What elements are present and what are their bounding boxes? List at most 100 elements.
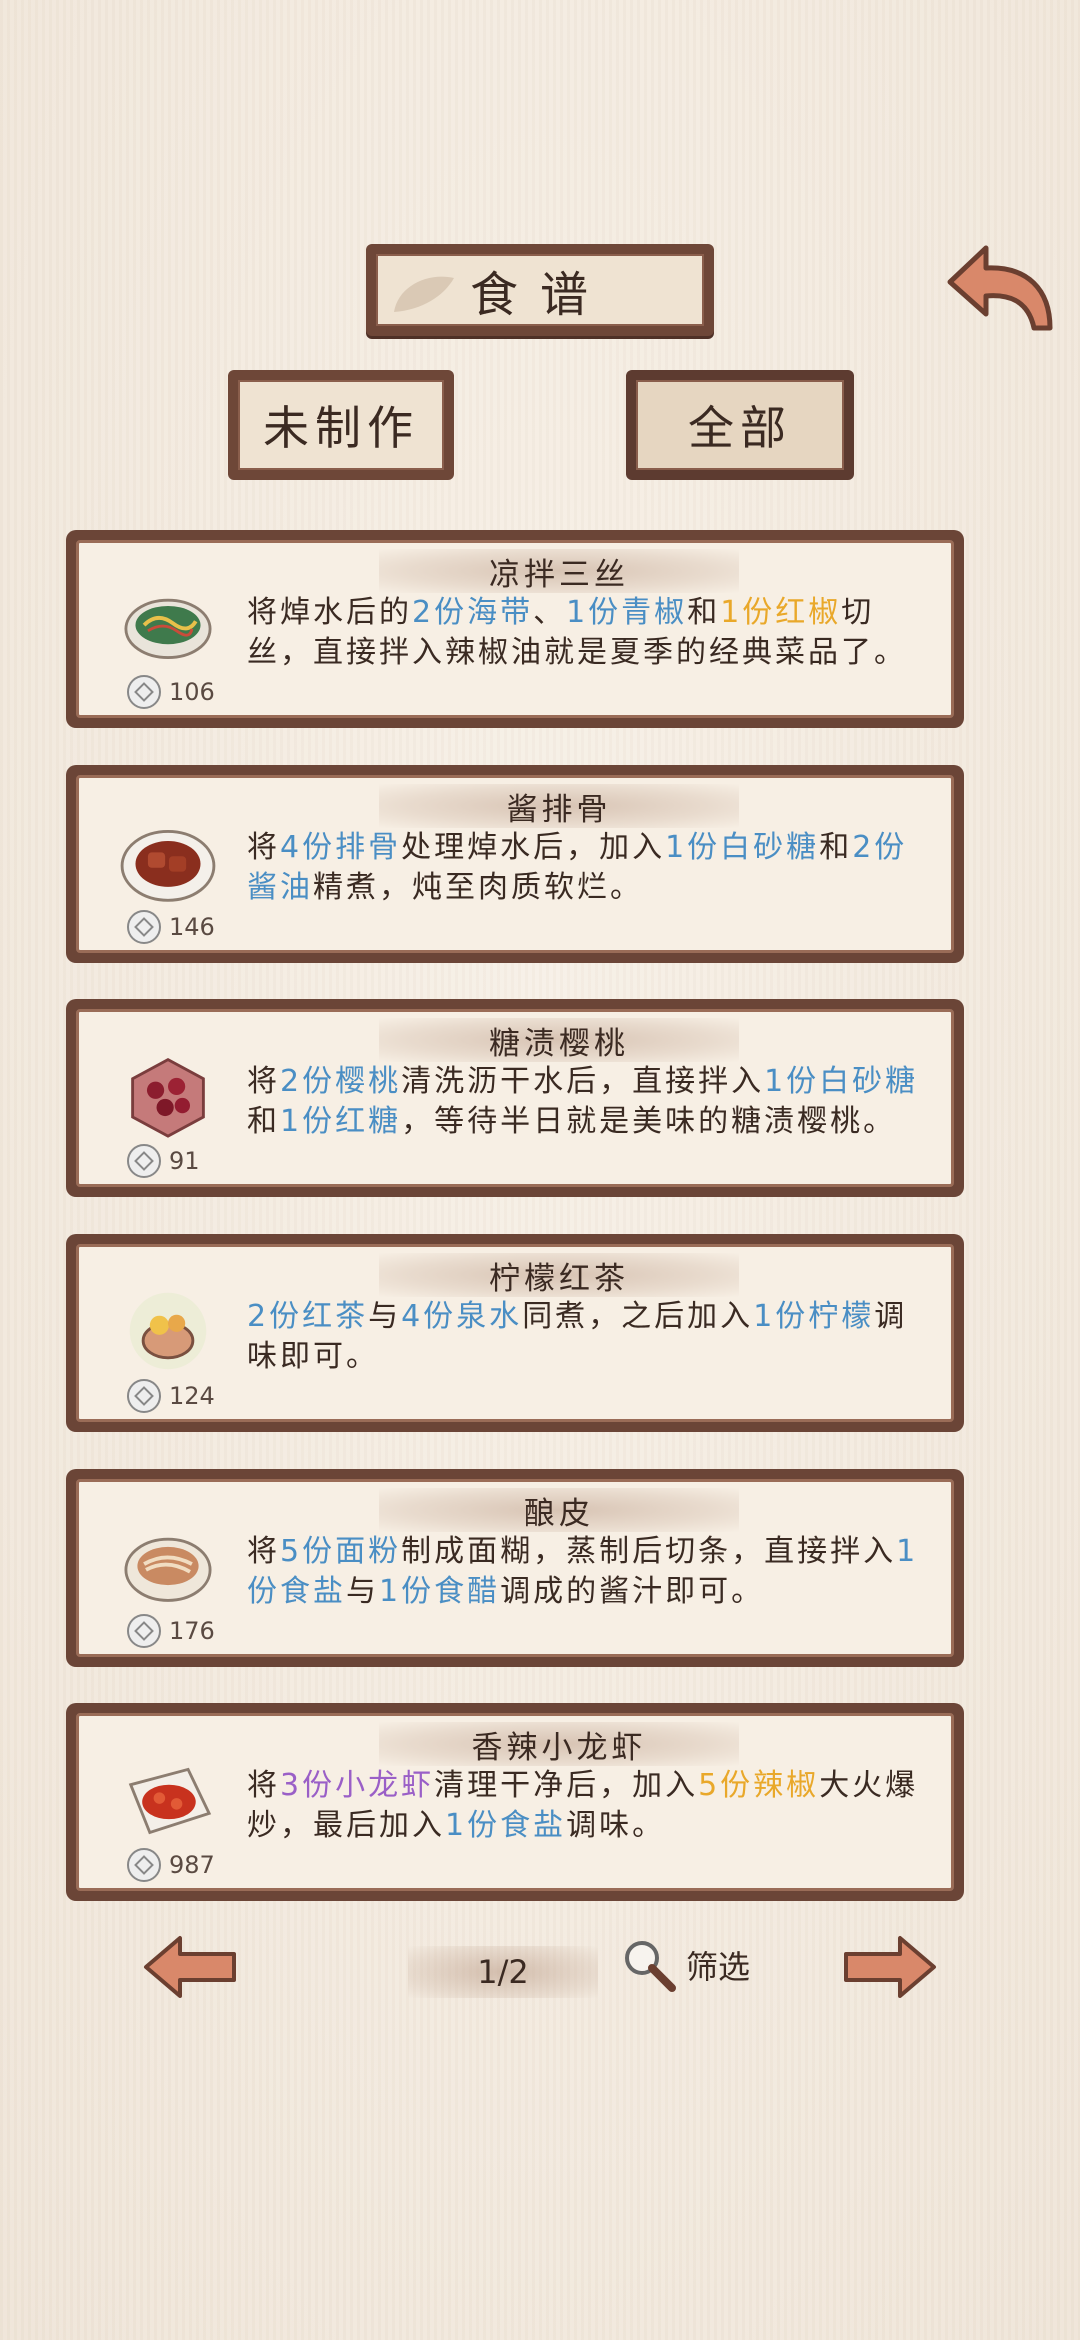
description-text: 和 xyxy=(819,830,853,865)
recipe-price: 146 xyxy=(127,910,215,944)
ginkgo-leaf-icon xyxy=(394,276,454,312)
coin-icon xyxy=(127,675,161,709)
recipe-card[interactable]: 糖渍樱桃 91 将2份樱桃清洗沥干水后，直接拌入1份白砂糖和1份红糖，等待半日就是美… xyxy=(66,999,964,1197)
ingredient-highlight: 1份柠檬 xyxy=(753,1299,875,1334)
recipe-card[interactable]: 酿皮 176 将5份面粉制成面糊，蒸制后切条，直接拌入1份食盐与1份食醋调成的酱汁即… xyxy=(66,1469,964,1667)
description-text: 与 xyxy=(368,1299,402,1334)
recipe-card-frame: 香辣小龙虾 987 将3份小龙虾清理干净后，加入5份辣椒大火爆炒，最后加入1份食盐调… xyxy=(76,1713,954,1891)
page-indicator: 1/2 xyxy=(408,1946,598,1998)
right-arrow-icon[interactable] xyxy=(842,1934,938,2000)
recipe-price-value: 91 xyxy=(169,1147,200,1175)
recipe-price-value: 124 xyxy=(169,1382,215,1410)
description-text: 将 xyxy=(247,1768,280,1803)
recipe-price: 91 xyxy=(127,1144,200,1178)
recipe-description: 将2份樱桃清洗沥干水后，直接拌入1份白砂糖和1份红糖，等待半日就是美味的糖渍樱桃… xyxy=(247,1062,923,1142)
recipe-card[interactable]: 凉拌三丝 106 将焯水后的2份海带、1份青椒和1份红椒切丝，直接拌入辣椒油就是夏季… xyxy=(66,530,964,728)
recipe-name: 香辣小龙虾 xyxy=(379,1722,739,1766)
ingredient-highlight: 2份樱桃 xyxy=(280,1064,402,1099)
ingredient-highlight: 2份红茶 xyxy=(247,1299,369,1334)
ingredient-highlight: 4份排骨 xyxy=(280,830,402,865)
tab-all-frame: 全部 xyxy=(636,380,844,470)
seaweed-salad-icon xyxy=(124,598,212,660)
ingredient-highlight: 5份辣椒 xyxy=(698,1768,820,1803)
ingredient-highlight: 1份白砂糖 xyxy=(665,830,820,865)
recipe-name: 酱排骨 xyxy=(379,784,739,828)
coin-icon xyxy=(127,1379,161,1413)
recipe-price: 176 xyxy=(127,1614,215,1648)
recipe-name: 柠檬红茶 xyxy=(379,1253,739,1297)
ingredient-highlight: 3份小龙虾 xyxy=(280,1768,435,1803)
recipe-card-frame: 柠檬红茶 124 2份红茶与4份泉水同煮，之后加入1份柠檬调味即可。 xyxy=(76,1244,954,1422)
description-text: 调成的酱汁即可。 xyxy=(500,1574,765,1609)
recipe-price: 124 xyxy=(127,1379,215,1413)
ingredient-highlight: 4份泉水 xyxy=(401,1299,523,1334)
title-board: 食谱 xyxy=(366,244,714,336)
description-text: 将 xyxy=(247,1534,280,1569)
description-text: 调味。 xyxy=(566,1808,666,1843)
tab-all-label: 全部 xyxy=(688,401,792,455)
ingredient-highlight: 1份红椒 xyxy=(720,595,842,630)
recipe-description: 将3份小龙虾清理干净后，加入5份辣椒大火爆炒，最后加入1份食盐调味。 xyxy=(247,1766,923,1846)
recipe-price-value: 176 xyxy=(169,1617,215,1645)
recipe-card[interactable]: 柠檬红茶 124 2份红茶与4份泉水同煮，之后加入1份柠檬调味即可。 xyxy=(66,1234,964,1432)
description-text: 和 xyxy=(687,595,721,630)
lemon-tea-icon xyxy=(129,1292,207,1370)
recipe-price: 987 xyxy=(127,1848,215,1882)
recipe-price-value: 146 xyxy=(169,913,215,941)
tab-unmade-frame: 未制作 xyxy=(238,380,444,470)
tab-unmade[interactable]: 未制作 xyxy=(228,370,454,480)
coin-icon xyxy=(127,1614,161,1648)
ingredient-highlight: 2份海带 xyxy=(412,595,534,630)
left-arrow-icon[interactable] xyxy=(142,1934,238,2000)
ingredient-highlight: 1份青椒 xyxy=(566,595,688,630)
filter-button[interactable]: 筛选 xyxy=(620,1936,750,1994)
description-text: 与 xyxy=(346,1574,379,1609)
recipe-card-frame: 凉拌三丝 106 将焯水后的2份海带、1份青椒和1份红椒切丝，直接拌入辣椒油就是夏季… xyxy=(76,540,954,718)
description-text: 制成面糊，蒸制后切条，直接拌入 xyxy=(401,1534,897,1569)
ingredient-highlight: 5份面粉 xyxy=(280,1534,402,1569)
ingredient-highlight: 1份食醋 xyxy=(379,1574,501,1609)
coin-icon xyxy=(127,1848,161,1882)
description-text: 清理干净后，加入 xyxy=(434,1768,699,1803)
recipe-price-value: 987 xyxy=(169,1851,215,1879)
liangpi-noodles-icon xyxy=(124,1537,212,1602)
description-text: 处理焯水后，加入 xyxy=(401,830,666,865)
recipe-name: 凉拌三丝 xyxy=(379,549,739,593)
description-text: 清洗沥干水后，直接拌入 xyxy=(401,1064,765,1099)
description-text: 和 xyxy=(247,1104,280,1139)
recipe-card-frame: 糖渍樱桃 91 将2份樱桃清洗沥干水后，直接拌入1份白砂糖和1份红糖，等待半日就是美… xyxy=(76,1009,954,1187)
description-text: 将 xyxy=(247,830,280,865)
ingredient-highlight: 1份红糖 xyxy=(280,1104,402,1139)
ingredient-highlight: 1份白砂糖 xyxy=(764,1064,919,1099)
curved-back-arrow-icon[interactable] xyxy=(946,240,1056,338)
description-text: 将 xyxy=(247,1064,280,1099)
recipe-description: 2份红茶与4份泉水同煮，之后加入1份柠檬调味即可。 xyxy=(247,1297,923,1377)
description-text: 精煮，炖至肉质软烂。 xyxy=(313,870,643,905)
recipe-description: 将焯水后的2份海带、1份青椒和1份红椒切丝，直接拌入辣椒油就是夏季的经典菜品了。 xyxy=(247,593,923,673)
description-text: ，等待半日就是美味的糖渍樱桃。 xyxy=(401,1104,897,1139)
recipe-price: 106 xyxy=(127,675,215,709)
candied-cherries-icon xyxy=(131,1058,205,1138)
page-title: 食谱 xyxy=(469,267,610,323)
recipe-description: 将4份排骨处理焯水后，加入1份白砂糖和2份酱油精煮，炖至肉质软烂。 xyxy=(247,828,923,908)
description-text: 、 xyxy=(533,595,567,630)
recipe-card[interactable]: 香辣小龙虾 987 将3份小龙虾清理干净后，加入5份辣椒大火爆炒，最后加入1份食盐调… xyxy=(66,1703,964,1901)
description-text: 同煮，之后加入 xyxy=(522,1299,754,1334)
magnifier-icon xyxy=(625,1941,676,1992)
description-text: 将焯水后的 xyxy=(247,595,412,630)
recipe-name: 糖渍樱桃 xyxy=(379,1018,739,1062)
page-title-frame: 食谱 xyxy=(376,254,704,326)
recipe-card-frame: 酱排骨 146 将4份排骨处理焯水后，加入1份白砂糖和2份酱油精煮，炖至肉质软烂。 xyxy=(76,775,954,953)
recipe-name: 酿皮 xyxy=(379,1488,739,1532)
filter-label: 筛选 xyxy=(686,1948,751,1986)
spicy-crayfish-icon xyxy=(128,1767,212,1835)
recipe-card[interactable]: 酱排骨 146 将4份排骨处理焯水后，加入1份白砂糖和2份酱油精煮，炖至肉质软烂。 xyxy=(66,765,964,963)
coin-icon xyxy=(127,910,161,944)
coin-icon xyxy=(127,1144,161,1178)
tab-all[interactable]: 全部 xyxy=(626,370,854,480)
recipe-price-value: 106 xyxy=(169,678,215,706)
tab-unmade-label: 未制作 xyxy=(263,401,419,455)
recipe-card-frame: 酿皮 176 将5份面粉制成面糊，蒸制后切条，直接拌入1份食盐与1份食醋调成的酱汁即… xyxy=(76,1479,954,1657)
ingredient-highlight: 1份食盐 xyxy=(445,1808,567,1843)
braised-ribs-icon xyxy=(120,829,216,902)
